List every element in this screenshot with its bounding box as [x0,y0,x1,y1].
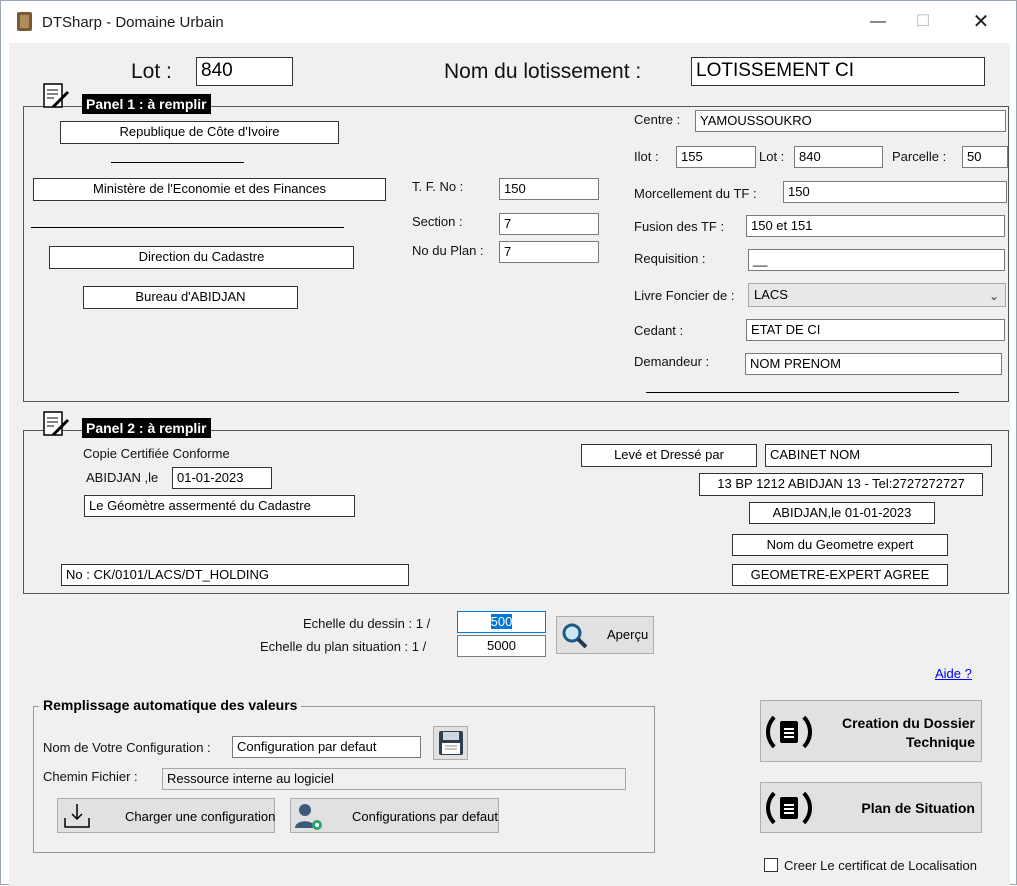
copie-label: Copie Certifiée Conforme [83,446,230,461]
main-form: Lot : 840 Nom du lotissement : LOTISSEME… [9,43,1010,886]
centre-input[interactable]: YAMOUSSOUKRO [695,110,1006,132]
cedant-input[interactable]: ETAT DE CI [746,319,1005,341]
close-icon[interactable]: ✕ [958,5,1004,39]
save-disk-icon [439,731,463,755]
parcelle-input[interactable]: 50 [962,146,1008,168]
config-group-title: Remplissage automatique des valeurs [39,697,302,713]
geometre-agree-field[interactable]: GEOMETRE-EXPERT AGREE [732,564,948,586]
user-gear-icon [295,804,322,830]
lot-label-2: Lot : [759,149,785,164]
morcellement-input[interactable]: 150 [783,181,1007,203]
document-icon [780,797,798,819]
geometre-cadastre-field[interactable]: Le Géomètre assermenté du Cadastre [84,495,355,517]
chemin-label: Chemin Fichier : [43,769,138,784]
defaut-config-label: Configurations par defaut [352,809,498,824]
creation-dossier-line2: Technique [906,734,975,750]
apercu-label: Aperçu [607,627,649,642]
charger-config-label: Charger une configuration [125,809,276,824]
requisition-input[interactable]: __ [748,249,1005,271]
cabinet-input[interactable]: CABINET NOM [765,444,992,467]
section-input[interactable]: 7 [499,213,599,235]
certificat-checkbox[interactable] [764,858,778,872]
ministere-field[interactable]: Ministère de l'Economie et des Finances [33,178,386,201]
separator-line [31,227,344,228]
lotissement-input[interactable]: LOTISSEMENT CI [691,57,985,86]
tf-label: T. F. No : [412,179,464,194]
bureau-field[interactable]: Bureau d'ABIDJAN [83,286,298,309]
parcelle-label: Parcelle : [892,149,947,164]
ilot-label: Ilot : [634,149,659,164]
save-config-button[interactable] [433,726,468,760]
livre-label: Livre Foncier de : [634,288,735,303]
no-field[interactable]: No : CK/0101/LACS/DT_HOLDING [61,564,409,586]
ilot-input[interactable]: 155 [676,146,756,168]
charger-config-button[interactable]: Charger une configuration [57,798,275,833]
separator-line [646,392,959,393]
minimize-icon[interactable]: — [855,5,901,39]
morcellement-label: Morcellement du TF : [634,186,757,201]
panel-2-title: Panel 2 : à remplir [82,418,211,438]
plan-input[interactable]: 7 [499,241,599,263]
document-cycle-icon [766,709,812,755]
chevron-down-icon[interactable]: ⌄ [989,287,999,305]
demandeur-label: Demandeur : [634,354,710,369]
echelle-dessin-value: 500 [490,614,513,629]
download-icon [64,804,90,828]
plan-label: No du Plan : [412,243,484,258]
magnifier-icon [562,623,588,649]
requisition-label: Requisition : [634,251,706,266]
livre-foncier-value: LACS [754,287,788,302]
document-cycle-icon [766,785,812,831]
document-icon [780,721,798,743]
config-nom-label: Nom de Votre Configuration : [43,740,211,755]
app-window: DTSharp - Domaine Urbain — ☐ ✕ Lot : 840… [0,0,1017,886]
panel-1-title: Panel 1 : à remplir [82,94,211,114]
lotissement-label: Nom du lotissement : [444,60,642,83]
title-bar: DTSharp - Domaine Urbain — ☐ ✕ [1,1,1016,43]
chemin-input[interactable]: Ressource interne au logiciel [162,768,626,790]
pen-paper-icon [43,83,70,109]
lot-label: Lot : [131,60,172,83]
lot-input[interactable]: 840 [196,57,293,86]
echelle-situation-input[interactable]: 5000 [457,635,546,657]
maximize-icon[interactable]: ☐ [900,5,946,39]
certificat-label: Creer Le certificat de Localisation [784,858,977,873]
defaut-config-button[interactable]: Configurations par defaut [290,798,499,833]
nom-geometre-field[interactable]: Nom du Geometre expert [732,534,948,556]
direction-field[interactable]: Direction du Cadastre [49,246,354,269]
abidjan-date-field[interactable]: ABIDJAN,le 01-01-2023 [749,502,935,524]
leve-label-field[interactable]: Levé et Dressé par [581,444,757,467]
config-nom-input[interactable]: Configuration par defaut [232,736,421,758]
section-label: Section : [412,214,463,229]
creation-dossier-button[interactable]: Creation du Dossier Technique [760,700,982,762]
abidjan-label: ABIDJAN ,le [86,470,159,485]
lot-input-2[interactable]: 840 [794,146,883,168]
window-title: DTSharp - Domaine Urbain [42,14,224,31]
creation-dossier-line1: Creation du Dossier [841,715,975,731]
separator-line [111,162,244,163]
plan-situation-label: Plan de Situation [861,800,975,816]
apercu-button[interactable]: Aperçu [556,616,654,654]
echelle-dessin-input[interactable]: 500 [457,611,546,633]
aide-link[interactable]: Aide ? [935,666,972,681]
cedant-label: Cedant : [634,323,684,338]
centre-label: Centre : [634,112,681,127]
demandeur-input[interactable]: NOM PRENOM [745,353,1002,375]
fusion-input[interactable]: 150 et 151 [746,215,1005,237]
plan-situation-button[interactable]: Plan de Situation [760,782,982,833]
echelle-dessin-label: Echelle du dessin : 1 / [303,616,431,631]
republique-field[interactable]: Republique de Côte d'Ivoire [60,121,339,144]
date-input[interactable]: 01-01-2023 [172,467,272,489]
fusion-label: Fusion des TF : [634,219,725,234]
pen-paper-icon [43,411,70,437]
adresse-field[interactable]: 13 BP 1212 ABIDJAN 13 - Tel:2727272727 [699,473,983,496]
app-icon [17,12,32,31]
livre-foncier-select[interactable]: LACS ⌄ [748,283,1006,307]
tf-input[interactable]: 150 [499,178,599,200]
creation-dossier-label: Creation du Dossier Technique [842,714,975,752]
echelle-situation-label: Echelle du plan situation : 1 / [260,639,427,654]
